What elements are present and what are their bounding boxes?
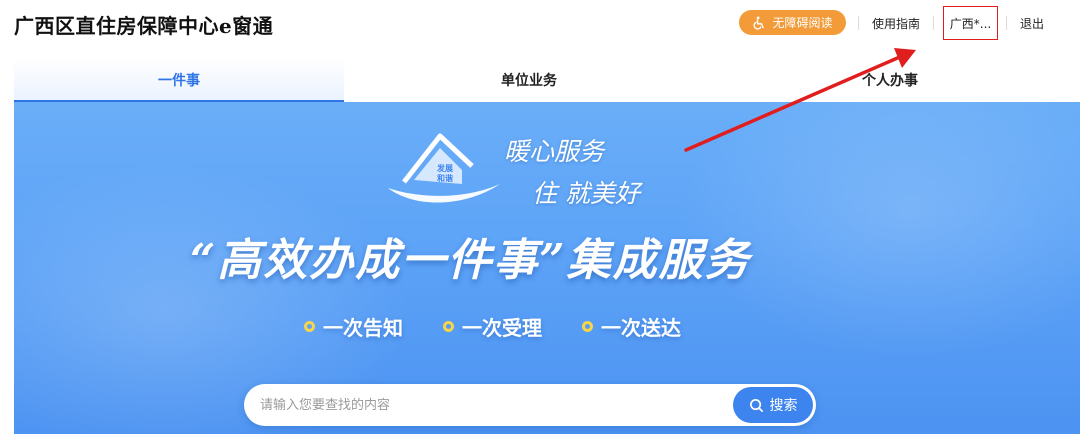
bullet-dot-icon xyxy=(582,321,593,332)
user-guide-link[interactable]: 使用指南 xyxy=(872,15,920,32)
header-divider xyxy=(1006,16,1007,30)
header-divider xyxy=(858,16,859,30)
bullet-dot-icon xyxy=(304,321,315,332)
feature-item: 一次送达 xyxy=(582,312,681,341)
accessibility-button[interactable]: 无障碍阅读 xyxy=(739,10,846,35)
user-account-menu[interactable]: 广西*... xyxy=(943,6,998,40)
wheelchair-icon xyxy=(754,16,765,30)
bullet-dot-icon xyxy=(443,321,454,332)
logo-caption-bottom: 和谐 xyxy=(437,173,453,183)
slogan-line-2: 住 就美好 xyxy=(532,179,640,208)
logo-caption-top: 发展 xyxy=(436,163,453,173)
house-logo-icon: 发展 和谐 xyxy=(388,133,500,203)
search-input[interactable] xyxy=(260,384,720,426)
tab-one-thing[interactable]: 一件事 xyxy=(14,58,344,102)
logout-link[interactable]: 退出 xyxy=(1020,15,1044,32)
search-icon xyxy=(749,398,763,412)
hero-banner: 发展 和谐 暖心服务 住 就美好 “高效办成一件事”集成服务 一次告知 一次受理… xyxy=(14,102,1080,434)
feature-label: 一次告知 xyxy=(323,316,403,340)
feature-item: 一次告知 xyxy=(304,312,403,341)
feature-list: 一次告知 一次受理 一次送达 xyxy=(304,312,681,341)
header-divider xyxy=(933,16,934,30)
accessibility-label: 无障碍阅读 xyxy=(772,16,833,30)
tab-unit-business[interactable]: 单位业务 xyxy=(344,58,714,102)
feature-label: 一次送达 xyxy=(601,316,681,340)
slogan-line-1: 暖心服务 xyxy=(504,137,605,166)
feature-label: 一次受理 xyxy=(462,316,542,340)
feature-item: 一次受理 xyxy=(443,312,542,341)
search-button[interactable]: 搜索 xyxy=(733,387,813,423)
banner-main-title: “高效办成一件事”集成服务 xyxy=(190,235,751,286)
search-bar: 搜索 xyxy=(244,384,816,426)
site-title: 广西区直住房保障中心e窗通 xyxy=(14,14,274,38)
top-header: 广西区直住房保障中心e窗通 无障碍阅读 使用指南 广西*... 退出 xyxy=(0,0,1080,48)
tab-personal-affairs[interactable]: 个人办事 xyxy=(714,58,1066,102)
search-button-label: 搜索 xyxy=(769,398,798,414)
user-name: 广西*... xyxy=(949,16,992,31)
main-tabs: 一件事 单位业务 个人办事 xyxy=(14,58,1066,102)
